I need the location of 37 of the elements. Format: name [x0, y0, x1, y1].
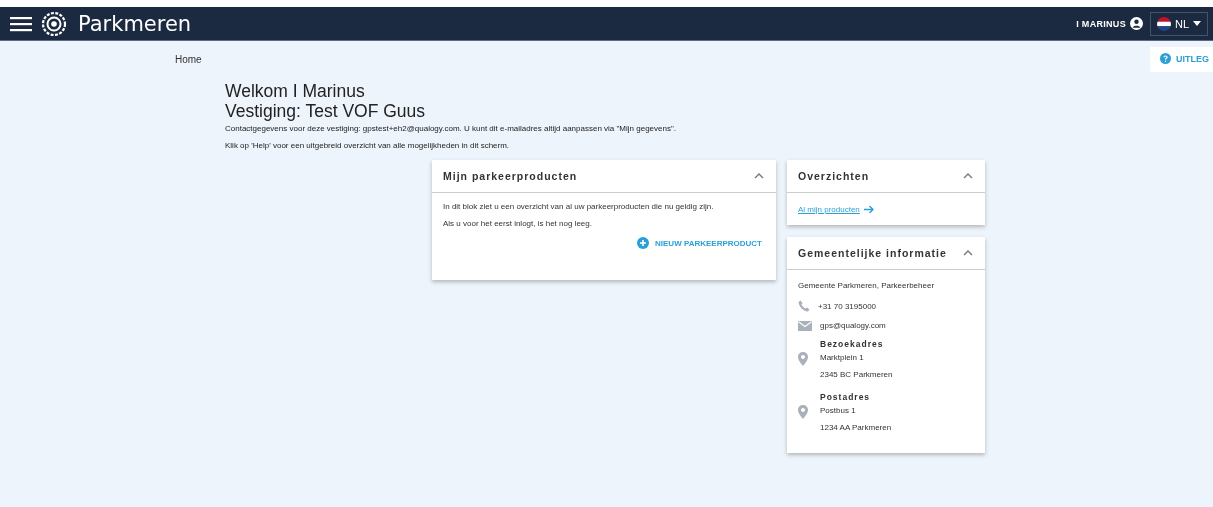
phone-icon: [798, 300, 810, 312]
help-hint-text: Klik op 'Help' voor een uitgebreid overzicht van alle mogelijkheden in dit scherm.: [225, 141, 511, 150]
card-title: Gemeentelijke informatie: [798, 247, 947, 259]
address-line: Marktplein 1: [820, 352, 865, 363]
breadcrumb-link[interactable]: Home: [175, 54, 202, 65]
collapse-icon[interactable]: [963, 173, 973, 179]
flag-icon: [1156, 16, 1171, 31]
phone-number: +31 70 3195000: [818, 300, 877, 312]
dropdown-caret-icon: [1193, 21, 1201, 26]
address-line: Postbus 1: [820, 405, 857, 416]
address-label: Bezoekadres: [820, 339, 885, 349]
collapse-icon[interactable]: [963, 250, 973, 256]
card-title: Overzichten: [798, 170, 870, 182]
card-title: Mijn parkeerproducten: [443, 170, 578, 182]
address-line: 1234 AA Parkmeren: [820, 422, 892, 433]
organisation-name: Gemeente Parkmeren, Parkeerbeheer: [798, 280, 936, 291]
welcome-heading: Welkom I Marinus: [225, 81, 366, 101]
mail-icon: [798, 320, 812, 331]
card-text: Als u voor het eerst inlogt, is het nog leeg.: [443, 218, 593, 229]
address-line: 2345 BC Parkmeren: [820, 369, 893, 380]
user-icon[interactable]: [1129, 17, 1143, 30]
arrow-right-icon[interactable]: [863, 205, 874, 214]
plus-circle-icon: [637, 237, 650, 249]
location-pin-icon: [798, 405, 808, 419]
card-text: In dit blok ziet u een overzicht van al uw parkeerproducten die nu geldig zijn.: [443, 201, 715, 212]
language-select[interactable]: NL: [1149, 11, 1208, 36]
gear-logo-icon: [41, 10, 67, 37]
branch-heading: Vestiging: Test VOF Guus: [225, 101, 427, 121]
contact-text: Contactgegevens voor deze vestiging: gpstest+eh2@qualogy.com. U kunt dit e-mailadres altijd aanpassen via "Mijn gegevens".: [225, 124, 678, 133]
collapse-icon[interactable]: [754, 173, 764, 179]
address-label: Postadres: [820, 392, 872, 402]
help-icon: [1160, 53, 1171, 64]
app-title: Parkmeren: [78, 11, 192, 36]
location-pin-icon: [798, 352, 808, 366]
menu-icon[interactable]: [10, 14, 32, 33]
email-address: gps@qualogy.com: [820, 320, 886, 331]
user-name[interactable]: I MARINUS: [1076, 18, 1126, 29]
